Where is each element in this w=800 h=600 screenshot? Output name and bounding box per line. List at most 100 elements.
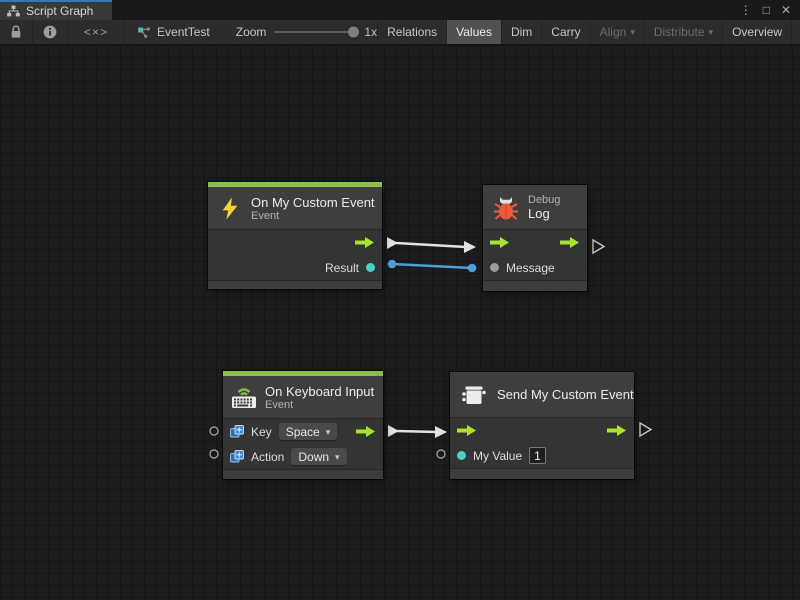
connection-value-result-to-message[interactable] — [388, 260, 477, 273]
result-label: Result — [325, 261, 359, 275]
send-event-icon — [461, 383, 487, 407]
message-label: Message — [506, 261, 555, 275]
node-footer — [223, 469, 383, 479]
info-button[interactable] — [33, 20, 68, 44]
my-value-label: My Value — [473, 449, 522, 463]
align-button[interactable]: Align▾ — [590, 20, 644, 44]
my-value-input[interactable]: 1 — [529, 447, 546, 464]
node-header: Send My Custom Event — [450, 372, 634, 417]
node-send-my-custom-event[interactable]: Send My Custom Event My Value 1 — [450, 372, 634, 479]
chevron-down-icon: ▾ — [709, 28, 714, 37]
control-out-arrow-icon[interactable] — [355, 236, 375, 249]
action-param-row: Action Down ▾ — [223, 444, 383, 469]
node-title: On Keyboard Input — [265, 384, 374, 399]
graph-toolbar: <×> EventTest Zoom 1x Relations Values D… — [0, 20, 800, 45]
value-in-port-my-value[interactable] — [437, 450, 445, 458]
node-body: Result — [208, 229, 382, 280]
chevron-down-icon: ▾ — [326, 428, 331, 437]
node-body: Key Space ▾ Action Dow — [223, 418, 383, 469]
action-dropdown[interactable]: Down ▾ — [291, 448, 346, 465]
control-in-arrow-icon[interactable] — [490, 236, 510, 249]
keyboard-icon — [231, 385, 257, 409]
control-out-arrow-icon[interactable] — [560, 236, 580, 249]
key-dropdown[interactable]: Space ▾ — [279, 423, 338, 440]
node-header: Debug Log — [483, 185, 587, 229]
graph-asset-icon — [137, 26, 151, 39]
chevron-down-icon: ▾ — [335, 453, 340, 462]
control-out-arrow-icon[interactable] — [607, 424, 627, 437]
lock-button[interactable] — [0, 20, 33, 44]
value-in-port-key[interactable] — [210, 427, 218, 435]
enum-icon — [230, 450, 244, 463]
control-out-port-debug-log[interactable] — [593, 240, 604, 253]
node-subtitle: Event — [251, 210, 375, 222]
tab-label: Script Graph — [26, 4, 93, 18]
node-title: Send My Custom Event — [497, 387, 634, 402]
zoom-label: Zoom — [236, 25, 267, 39]
chevron-down-icon: ▾ — [630, 28, 635, 37]
my-value-port-dot[interactable] — [457, 451, 466, 460]
script-graph-window: Script Graph ⋮ □ ✕ <×> EventTest — [0, 0, 800, 600]
control-flow-row — [483, 230, 587, 255]
my-value-input-row: My Value 1 — [450, 443, 634, 468]
values-button[interactable]: Values — [446, 20, 501, 44]
node-on-my-custom-event[interactable]: On My Custom Event Event Result — [208, 182, 382, 289]
node-footer — [450, 468, 634, 479]
control-flow-row — [450, 418, 634, 443]
key-label: Key — [251, 425, 272, 439]
enum-icon — [230, 425, 244, 438]
zoom-slider-track[interactable] — [274, 31, 356, 33]
connection-control-custom-event-to-log[interactable] — [387, 237, 476, 253]
maximize-icon[interactable]: □ — [763, 4, 770, 16]
result-port-dot[interactable] — [366, 263, 375, 272]
value-in-port-action[interactable] — [210, 450, 218, 458]
connections-layer — [0, 45, 800, 600]
script-graph-icon — [7, 5, 20, 17]
fullscreen-button[interactable]: Full Screen — [791, 20, 800, 44]
node-on-keyboard-input[interactable]: On Keyboard Input Event Key Space ▾ — [223, 371, 383, 479]
lightning-icon — [219, 196, 241, 221]
node-header: On My Custom Event Event — [208, 187, 382, 229]
action-label: Action — [251, 450, 284, 464]
tab-script-graph[interactable]: Script Graph — [0, 0, 112, 20]
graph-reference[interactable]: EventTest — [125, 20, 222, 44]
dim-button[interactable]: Dim — [501, 20, 541, 44]
message-port-dot[interactable] — [490, 263, 499, 272]
relations-button[interactable]: Relations — [377, 20, 446, 44]
node-title: Log — [528, 206, 560, 221]
node-footer — [483, 280, 587, 291]
zoom-control: Zoom 1x — [222, 20, 377, 44]
message-input-row: Message — [483, 255, 587, 280]
result-output-row: Result — [208, 255, 382, 280]
overview-button[interactable]: Overview — [722, 20, 791, 44]
node-body: Message — [483, 229, 587, 280]
node-footer — [208, 280, 382, 289]
node-body: My Value 1 — [450, 417, 634, 468]
node-kicker: Debug — [528, 194, 560, 206]
toolbar-button-group: Relations Values Dim Carry Align▾ Distri… — [377, 20, 800, 44]
lock-icon — [10, 25, 22, 39]
info-icon — [43, 25, 57, 39]
carry-button[interactable]: Carry — [541, 20, 589, 44]
control-out-arrow-icon[interactable] — [356, 425, 376, 438]
graph-canvas[interactable]: On My Custom Event Event Result — [0, 45, 800, 600]
graph-name-label: EventTest — [157, 25, 210, 39]
control-in-arrow-icon[interactable] — [457, 424, 477, 437]
window-controls: ⋮ □ ✕ — [740, 0, 800, 20]
distribute-button[interactable]: Distribute▾ — [644, 20, 722, 44]
connection-control-keyboard-to-send[interactable] — [388, 425, 447, 438]
key-param-row: Key Space ▾ — [223, 419, 383, 444]
node-debug-log[interactable]: Debug Log Message — [483, 185, 587, 291]
control-out-port-send-event[interactable] — [640, 423, 651, 436]
bug-icon — [494, 194, 518, 220]
close-icon[interactable]: ✕ — [781, 4, 791, 16]
zoom-value: 1x — [364, 25, 377, 39]
window-menu-icon[interactable]: ⋮ — [740, 4, 752, 16]
zoom-slider-handle[interactable] — [348, 27, 359, 38]
node-subtitle: Event — [265, 399, 374, 411]
code-icon: <×> — [84, 25, 108, 39]
code-preview-button[interactable]: <×> — [68, 20, 125, 44]
node-header: On Keyboard Input Event — [223, 376, 383, 418]
control-output-row — [208, 230, 382, 255]
node-title: On My Custom Event — [251, 195, 375, 210]
